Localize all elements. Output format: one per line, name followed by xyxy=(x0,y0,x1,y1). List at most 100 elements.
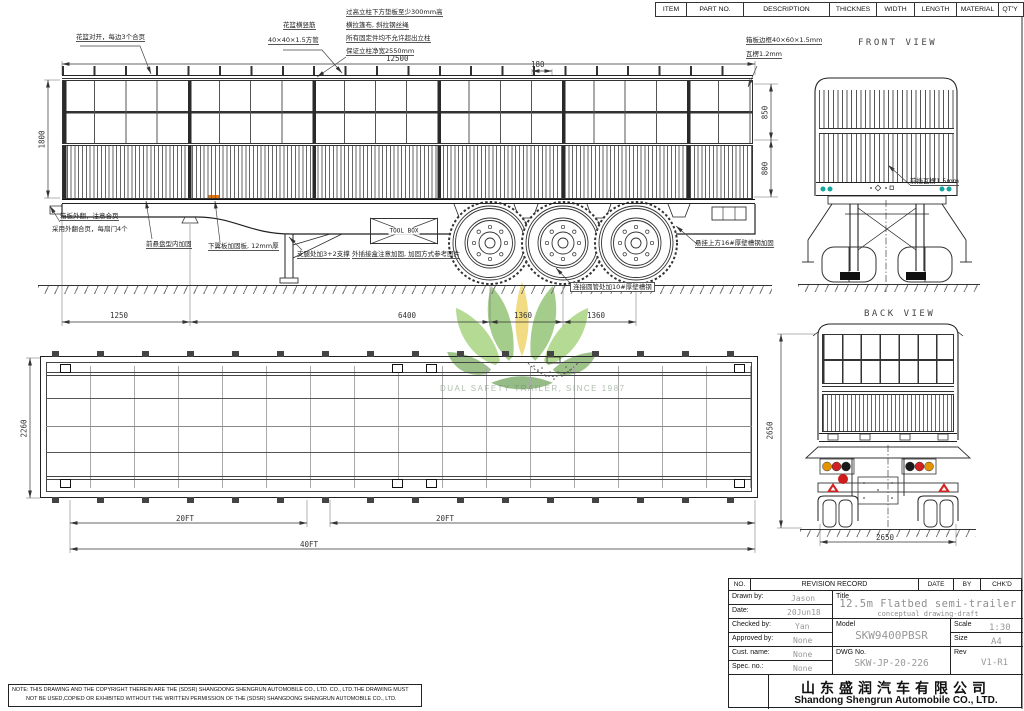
parts-table-header: ITEM PART NO. DESCRIPTION THICKNES WIDTH… xyxy=(655,2,1024,17)
side-view-ground-hatch xyxy=(38,285,772,294)
parts-col-item: ITEM xyxy=(656,3,686,16)
twistlock xyxy=(60,364,71,373)
annotation-panel-frame-2: 瓦楞1.2mm xyxy=(746,50,782,59)
twistlock xyxy=(734,479,745,488)
twistlock xyxy=(734,364,745,373)
field-label: Drawn by: xyxy=(732,593,764,600)
annotation-panel-fold-1: 箱板外翻，注意合页 xyxy=(60,212,119,221)
revision-col-chkd: CHK'D xyxy=(981,579,1023,591)
annotation-basket-ribs-2: 40×40×1.5方管 xyxy=(268,36,319,45)
annotation-post-note-2: 横拉篷布, 斜拉钢丝绳 xyxy=(346,21,409,30)
revision-col-by: BY xyxy=(954,579,981,591)
note-line-2: NOT BE USED,COPIED OR EXHIBITED WITHOUT … xyxy=(26,695,421,704)
dim-back-height: 2650 xyxy=(766,420,775,440)
size-value: A4 xyxy=(991,637,1002,647)
revision-col-no: NO. xyxy=(729,579,751,591)
copyright-note: NOTE: THIS DRAWING AND THE COPYRIGHT THE… xyxy=(8,684,422,707)
front-view-ground-hatch xyxy=(798,284,980,292)
twistlock xyxy=(426,479,437,488)
dim-plan-width: 2260 xyxy=(20,418,29,438)
drawing-subtitle: conceptual drawing-draft xyxy=(833,610,1023,618)
size-label: Size xyxy=(954,635,968,642)
note-line-1: NOTE: THIS DRAWING AND THE COPYRIGHT THE… xyxy=(12,686,421,695)
field-value: Jason xyxy=(791,594,815,603)
dim-front-overhang: 1250 xyxy=(110,311,128,320)
dim-overall-length: 12500 xyxy=(386,54,409,63)
field-date: Date: 20Jun18 xyxy=(729,605,833,619)
model-label: Model xyxy=(836,621,855,628)
field-value: None xyxy=(793,636,812,645)
field-label: Approved by: xyxy=(732,635,773,642)
parts-col-qty: QT'Y xyxy=(998,3,1021,16)
twistlock xyxy=(392,364,403,373)
title-cell: Title 12.5m Flatbed semi-trailer concept… xyxy=(833,591,1023,619)
parts-col-material: MATERIAL xyxy=(956,3,998,16)
dim-axle-spacing-2: 1360 xyxy=(587,311,605,320)
annotation-leg-support: 支腿处加3+2支撑 xyxy=(297,250,350,259)
annotation-front-corrugation: 前挡瓦楞1.5mm xyxy=(910,177,959,186)
field-value: None xyxy=(793,664,812,673)
annotation-basket-hinge: 花篮对开，每边3个合页 xyxy=(76,33,145,42)
title-block: NO. REVISION RECORD DATE BY CHK'D Drawn … xyxy=(728,578,1022,708)
plan-view-rail xyxy=(46,398,752,399)
rev-cell: Rev V1-R1 xyxy=(951,647,1023,675)
dim-lower-panel: 800 xyxy=(760,161,769,177)
logo-cell xyxy=(729,675,769,709)
field-label: Date: xyxy=(732,607,749,614)
dim-axle-spacing-1: 1360 xyxy=(514,311,532,320)
back-view-corrugation xyxy=(822,394,954,432)
parts-col-description: DESCRIPTION xyxy=(743,3,829,16)
field-drawn-by: Drawn by: Jason xyxy=(729,591,833,605)
annotation-socket-reinforce: 外插接盒注意加固, 加固方式参考图片 xyxy=(352,250,460,259)
field-cust-name: Cust. name: None xyxy=(729,647,833,661)
annotation-tube-reinforce: 连接圆管处加10#厚壁槽钢 xyxy=(570,282,655,292)
rev-value: V1-R1 xyxy=(981,658,1008,668)
side-view-corrugated-panel xyxy=(62,145,753,199)
model-cell: Model SKW9400PBSR xyxy=(833,619,951,647)
side-view-stakes xyxy=(62,66,752,75)
back-view-label: BACK VIEW xyxy=(864,309,935,319)
plan-view-inner-frame xyxy=(46,362,752,492)
annotation-basket-ribs-1: 花篮横竖筋 xyxy=(283,21,316,30)
scale-value: 1:30 xyxy=(989,623,1011,633)
side-view-deck xyxy=(62,199,755,204)
toolbox: TOOL BOX xyxy=(370,218,438,244)
scale-cell: Scale 1:30 xyxy=(951,619,1023,633)
annotation-post-note-1: 过高立柱下方垫板至少300mm高 xyxy=(346,8,443,17)
dim-container-20ft-1: 20FT xyxy=(176,514,194,523)
field-checked-by: Checked by: Yan xyxy=(729,619,833,633)
back-view-grid-panel xyxy=(822,334,954,384)
annotation-panel-frame-1: 箱板边框40×60×1.5mm xyxy=(746,36,822,45)
annotation-post-note-3: 所有固定件均不允许超出立柱 xyxy=(346,34,431,43)
annotation-suspension-reinforce: 悬挂上方16#厚壁槽钢加固 xyxy=(695,239,774,248)
dwg-label: DWG No. xyxy=(836,649,866,656)
field-label: Cust. name: xyxy=(732,649,770,656)
dim-kingpin-to-axle: 6400 xyxy=(398,311,416,320)
dim-upper-panel: 850 xyxy=(760,105,769,121)
side-view-grid-panel xyxy=(62,80,753,144)
revision-col-date: DATE xyxy=(919,579,954,591)
field-value: None xyxy=(793,650,812,659)
field-label: Spec. no.: xyxy=(732,663,764,670)
field-approved-by: Approved by: None xyxy=(729,633,833,647)
dim-post-gap: 180 xyxy=(531,60,545,69)
revision-col-record: REVISION RECORD xyxy=(751,579,919,591)
twistlock xyxy=(426,364,437,373)
rev-label: Rev xyxy=(954,649,966,656)
annotation-wing-plate: 下翼板加固板, 12mm厚 xyxy=(208,242,279,251)
size-cell: Size A4 xyxy=(951,633,1023,647)
back-view-bottom-rail xyxy=(819,433,957,442)
side-view-top-rail xyxy=(62,75,753,79)
annotation-front-reinforce: 前悬盘型内加固 xyxy=(146,240,192,249)
dim-back-width: 2650 xyxy=(876,533,894,542)
annotation-panel-fold-2: 采用外翻合页，每扇门4个 xyxy=(52,225,128,233)
dwg-cell: DWG No. SKW-JP-20-226 xyxy=(833,647,951,675)
twistlock xyxy=(60,479,71,488)
drawing-sheet: TOOL BOX ITEM PART NO. DESCRIPTION THICK… xyxy=(0,0,1024,711)
dim-container-20ft-2: 20FT xyxy=(436,514,454,523)
plan-view-stake-pockets-top xyxy=(52,351,746,357)
side-view-wheels xyxy=(449,202,677,284)
dim-overall-40ft: 40FT xyxy=(300,540,318,549)
field-spec-no: Spec. no.: None xyxy=(729,661,833,675)
plan-view-stake-pockets-bottom xyxy=(52,497,746,503)
